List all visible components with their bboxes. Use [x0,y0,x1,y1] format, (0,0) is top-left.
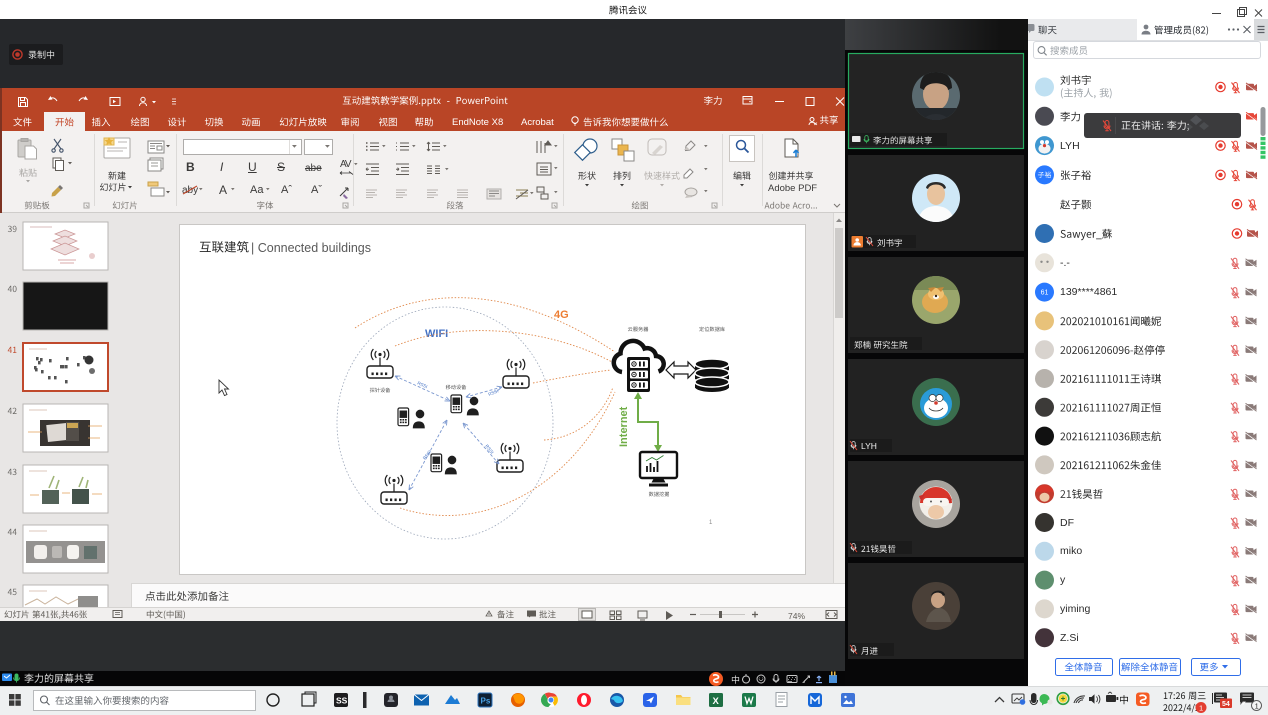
svg-text:X: X [713,696,720,707]
svg-text:RSSI: RSSI [488,388,500,397]
svg-text:RSSI: RSSI [484,444,494,455]
svg-text:1: 1 [709,520,713,526]
svg-text:RSSI: RSSI [417,380,429,389]
svg-text:54: 54 [1222,701,1230,708]
svg-text:Internet: Internet [618,406,630,447]
svg-text:1: 1 [1255,704,1259,711]
svg-text:LYH: LYH [861,441,877,451]
svg-text:SS: SS [336,696,348,706]
svg-text:1: 1 [1199,704,1203,713]
svg-text:61: 61 [1041,290,1049,297]
svg-text:Ps: Ps [481,697,491,706]
